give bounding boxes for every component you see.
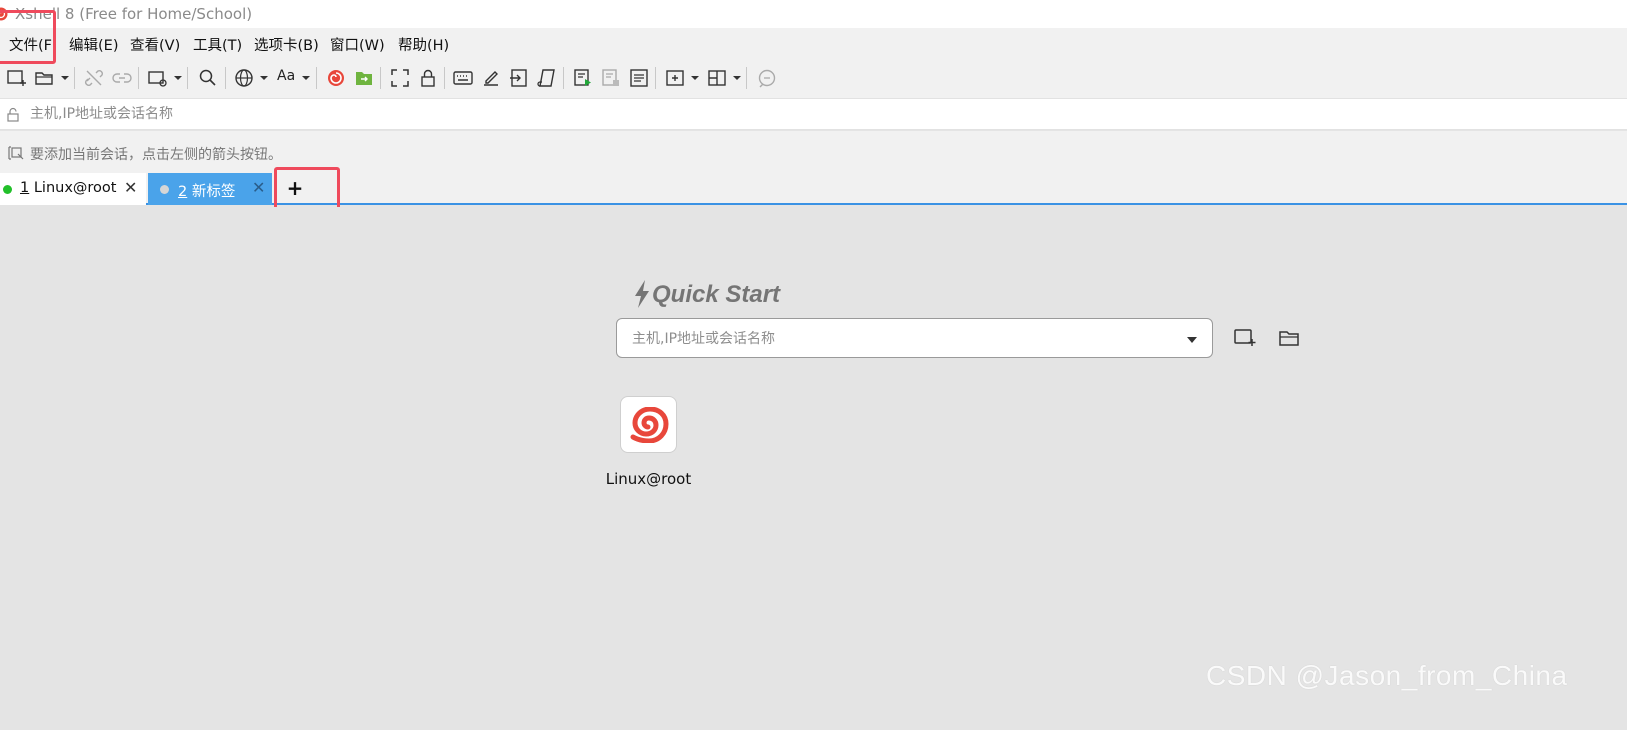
new-tab-dropdown-caret-icon[interactable] xyxy=(691,76,699,80)
xftp-icon[interactable] xyxy=(353,67,375,89)
toolbar-separator xyxy=(563,67,564,89)
address-bar xyxy=(0,98,1627,130)
new-session-icon[interactable] xyxy=(6,67,28,89)
quick-start-search-box xyxy=(616,318,1213,358)
font-dropdown-caret-icon[interactable] xyxy=(302,76,310,80)
menu-edit[interactable]: 编辑(E) xyxy=(69,34,118,55)
close-icon[interactable]: ✕ xyxy=(252,178,265,198)
menu-tabs[interactable]: 选项卡(B) xyxy=(254,34,319,55)
toolbar-separator xyxy=(187,67,188,89)
xshell-session-icon xyxy=(630,407,669,443)
quick-start-panel: Quick Start Linux@root CSDN @Jason_from_… xyxy=(0,207,1627,730)
encoding-dropdown-caret-icon[interactable] xyxy=(260,76,268,80)
open-folder-icon[interactable] xyxy=(34,67,56,89)
toolbar-separator xyxy=(380,67,381,89)
toolbar-separator xyxy=(74,67,75,89)
search-icon[interactable] xyxy=(197,67,219,89)
globe-icon[interactable] xyxy=(233,67,255,89)
close-icon[interactable]: ✕ xyxy=(124,178,137,198)
properties-dropdown-caret-icon[interactable] xyxy=(174,76,182,80)
tab-number: 1 xyxy=(20,180,30,196)
lock-icon[interactable] xyxy=(417,67,439,89)
tab-new[interactable]: 2 新标签 ✕ xyxy=(148,173,272,205)
tab-linux-root[interactable]: 1 Linux@root ✕ xyxy=(0,173,146,205)
add-session-arrow-icon[interactable] xyxy=(6,145,24,161)
toolbar: Aa xyxy=(0,58,1627,98)
session-card-linux-root[interactable] xyxy=(620,396,677,453)
menu-view[interactable]: 查看(V) xyxy=(130,34,180,55)
toolbar-separator xyxy=(655,67,656,89)
start-logging-icon[interactable] xyxy=(572,67,594,89)
toolbar-separator xyxy=(138,67,139,89)
tab-label: Linux@root xyxy=(33,180,117,196)
transfer-icon[interactable] xyxy=(508,67,530,89)
quick-start-input[interactable] xyxy=(632,328,1172,350)
new-session-button[interactable] xyxy=(1233,327,1257,349)
toolbar-separator xyxy=(225,67,226,89)
compose-icon[interactable] xyxy=(480,67,502,89)
unlock-icon xyxy=(7,107,19,122)
tab-label: 新标签 xyxy=(191,184,236,200)
menu-bar: 文件(F 编辑(E) 查看(V) 工具(T) 选项卡(B) 窗口(W) 帮助(H… xyxy=(0,28,1627,58)
disconnect-icon[interactable] xyxy=(83,67,105,89)
toolbar-separator xyxy=(444,67,445,89)
connected-status-dot-icon xyxy=(3,185,12,194)
hint-text: 要添加当前会话，点击左侧的箭头按钮。 xyxy=(30,147,282,163)
toolbar-separator xyxy=(316,67,317,89)
menu-help[interactable]: 帮助(H) xyxy=(398,34,449,55)
open-sessions-button[interactable] xyxy=(1278,327,1302,349)
toolbar-separator xyxy=(746,67,747,89)
lightning-bolt-icon xyxy=(635,280,649,308)
layout-dropdown-caret-icon[interactable] xyxy=(733,76,741,80)
chat-icon[interactable] xyxy=(756,67,778,89)
chevron-down-icon[interactable] xyxy=(1187,337,1197,343)
script-icon[interactable] xyxy=(536,67,558,89)
layout-icon[interactable] xyxy=(706,67,728,89)
fullscreen-icon[interactable] xyxy=(389,67,411,89)
address-input[interactable] xyxy=(30,101,1530,127)
watermark: CSDN @Jason_from_China xyxy=(1206,660,1568,691)
menu-window[interactable]: 窗口(W) xyxy=(330,34,385,55)
title-bar: Xshell 8 (Free for Home/School) xyxy=(0,0,1627,28)
keyboard-icon[interactable] xyxy=(452,67,474,89)
menu-tools[interactable]: 工具(T) xyxy=(193,34,242,55)
tab-bar: 1 Linux@root ✕ 2 新标签 ✕ + xyxy=(0,171,1627,205)
open-dropdown-caret-icon[interactable] xyxy=(61,76,69,80)
xshell-icon[interactable] xyxy=(325,67,347,89)
session-properties-icon[interactable] xyxy=(147,67,169,89)
session-label[interactable]: Linux@root xyxy=(600,470,697,488)
highlight-box-file-menu xyxy=(0,10,56,64)
hint-bar: 要添加当前会话，点击左侧的箭头按钮。 xyxy=(0,131,1627,171)
tab-number: 2 xyxy=(178,184,188,200)
reconnect-link-icon[interactable] xyxy=(111,67,133,89)
disconnected-status-dot-icon xyxy=(160,185,169,194)
log-viewer-icon[interactable] xyxy=(628,67,650,89)
font-icon[interactable]: Aa xyxy=(277,68,295,84)
stop-logging-icon[interactable] xyxy=(600,67,622,89)
new-tab-icon[interactable] xyxy=(664,67,686,89)
quick-start-title: Quick Start xyxy=(652,281,781,308)
